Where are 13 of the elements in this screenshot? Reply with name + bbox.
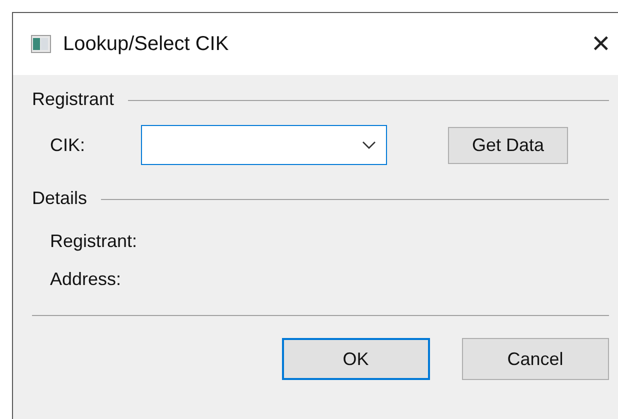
- group-heading: Details: [32, 188, 88, 209]
- dialog-button[interactable]: Cancel: [462, 338, 609, 380]
- dialog-button[interactable]: OK: [282, 338, 430, 380]
- window-icon: [31, 35, 51, 53]
- window-title: Lookup/Select CIK: [63, 32, 229, 56]
- dropdown-caret-icon: [362, 141, 376, 149]
- close-button[interactable]: ✕: [590, 30, 611, 58]
- cik-label: CIK:: [50, 134, 86, 156]
- get-data-button[interactable]: Get Data: [448, 126, 568, 164]
- detail-label: Registrant:: [50, 231, 138, 252]
- detail-label: Address:: [50, 269, 122, 290]
- cik-combo-box[interactable]: [141, 125, 387, 165]
- group-heading: Registrant: [32, 89, 116, 110]
